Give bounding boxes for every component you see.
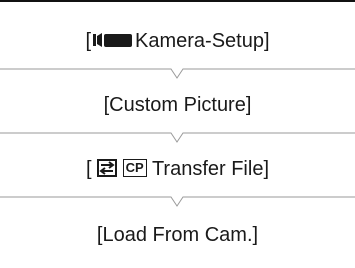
transfer-icon [97, 159, 118, 178]
step-separator [0, 132, 355, 146]
bracket-close: ] [263, 30, 270, 52]
menu-step-label: Transfer File [151, 158, 264, 180]
menu-step-transfer-file: [ CP Transfer File] [0, 157, 355, 181]
menu-step-load-from-cam: [Load From Cam.] [96, 224, 259, 246]
step-separator [0, 196, 355, 210]
menu-step-custom-picture: [Custom Picture] [103, 94, 252, 116]
bracket-close: ] [263, 158, 270, 180]
step-separator [0, 68, 355, 82]
top-rule [0, 0, 355, 2]
bracket-open: [ [85, 158, 92, 180]
cp-icon: CP [122, 159, 147, 178]
menu-step-kamera-setup: [ Kamera-Setup] [0, 29, 355, 53]
camera-mode-icon [91, 33, 135, 50]
menu-step-label: Kamera-Setup [135, 30, 264, 52]
